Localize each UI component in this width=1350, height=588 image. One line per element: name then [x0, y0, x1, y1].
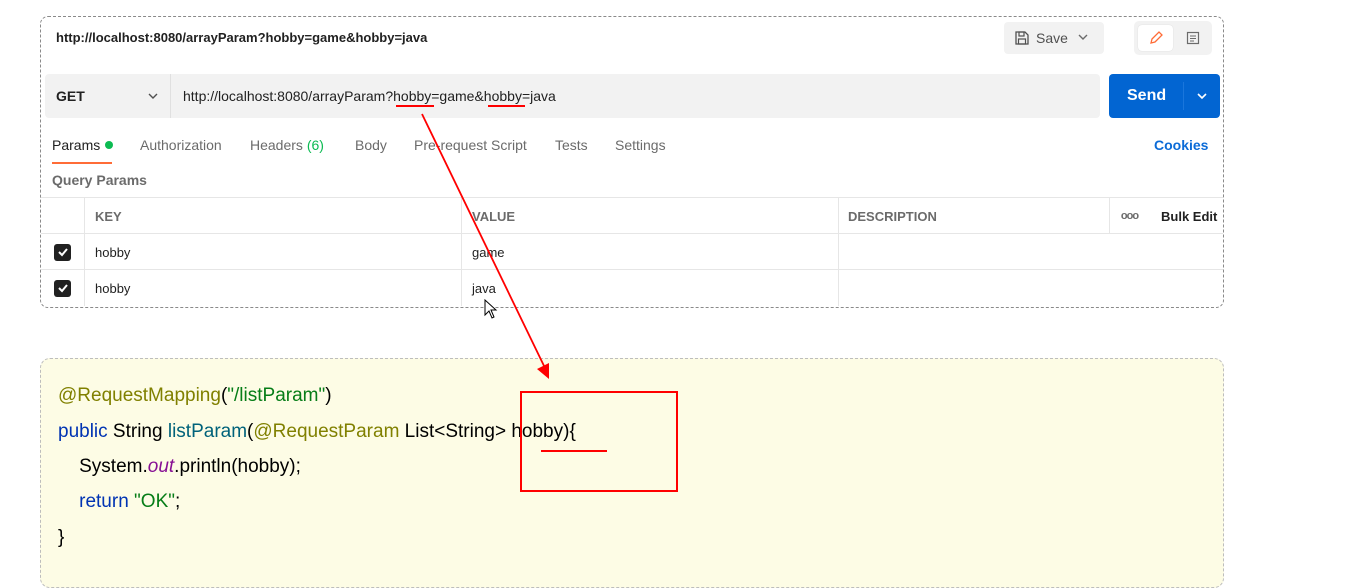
- tab-tests[interactable]: Tests: [555, 137, 588, 153]
- send-button[interactable]: Send: [1109, 74, 1220, 118]
- tab-body[interactable]: Body: [355, 137, 387, 153]
- chevron-down-icon: [148, 93, 158, 99]
- tab-pre-request-script[interactable]: Pre-request Script: [414, 137, 527, 153]
- param-key-cell[interactable]: hobby: [84, 270, 462, 306]
- edit-mode-button[interactable]: [1138, 25, 1173, 51]
- code-line-1: @RequestMapping("/listParam"): [58, 385, 332, 406]
- query-params-title: Query Params: [52, 172, 147, 188]
- method-select[interactable]: GET: [45, 74, 171, 118]
- column-description: DESCRIPTION: [838, 198, 1110, 234]
- send-label: Send: [1127, 87, 1167, 104]
- document-icon: [1186, 31, 1200, 45]
- code-line-3: System.out.println(hobby);: [58, 456, 301, 477]
- table-row: hobby game: [41, 233, 1223, 270]
- tab-params[interactable]: Params: [52, 137, 114, 164]
- code-line-5: }: [58, 527, 65, 548]
- postman-request-panel: http://localhost:8080/arrayParam?hobby=g…: [40, 16, 1224, 308]
- code-line-2: public String listParam(@RequestParam Li…: [58, 421, 576, 442]
- url-input[interactable]: http://localhost:8080/arrayParam?hobby=g…: [183, 88, 556, 104]
- tab-authorization[interactable]: Authorization: [140, 137, 222, 153]
- cookies-link[interactable]: Cookies: [1154, 137, 1208, 153]
- url-bar: GET http://localhost:8080/arrayParam?hob…: [45, 74, 1100, 118]
- param-key-cell[interactable]: hobby: [84, 234, 462, 270]
- param-value-cell[interactable]: java: [461, 270, 839, 306]
- chevron-down-icon[interactable]: [1195, 89, 1209, 103]
- headers-count: (6): [306, 137, 324, 153]
- save-button[interactable]: Save: [1004, 22, 1104, 54]
- table-row: hobby java: [41, 269, 1223, 306]
- param-description-cell[interactable]: [838, 270, 1223, 306]
- save-icon: [1015, 31, 1029, 45]
- chevron-down-icon[interactable]: [1076, 30, 1090, 44]
- request-title[interactable]: http://localhost:8080/arrayParam?hobby=g…: [56, 30, 427, 45]
- code-snippet-panel: @RequestMapping("/listParam") public Str…: [40, 358, 1224, 588]
- param-description-cell[interactable]: [838, 234, 1223, 270]
- table-header-row: KEY VALUE DESCRIPTION ooo Bulk Edit: [41, 197, 1223, 234]
- active-tab-underline: [52, 162, 112, 164]
- view-mode-toggle[interactable]: [1134, 21, 1212, 55]
- method-label: GET: [56, 88, 85, 104]
- save-label: Save: [1036, 30, 1068, 46]
- checkmark-icon: [57, 248, 68, 257]
- pencil-icon: [1149, 31, 1163, 44]
- row-checkbox[interactable]: [54, 243, 71, 261]
- more-options-icon[interactable]: ooo: [1109, 198, 1149, 234]
- tab-settings[interactable]: Settings: [615, 137, 666, 153]
- send-divider: [1183, 82, 1184, 110]
- active-indicator-dot: [105, 141, 114, 149]
- tab-headers[interactable]: Headers (6): [250, 137, 324, 153]
- bulk-edit-button[interactable]: Bulk Edit: [1149, 198, 1223, 234]
- checkmark-icon: [57, 284, 68, 293]
- column-key: KEY: [84, 198, 462, 234]
- column-value: VALUE: [461, 198, 839, 234]
- param-value-cell[interactable]: game: [461, 234, 839, 270]
- row-checkbox[interactable]: [54, 279, 71, 297]
- documentation-button[interactable]: [1178, 25, 1208, 51]
- code-line-4: return "OK";: [79, 491, 181, 512]
